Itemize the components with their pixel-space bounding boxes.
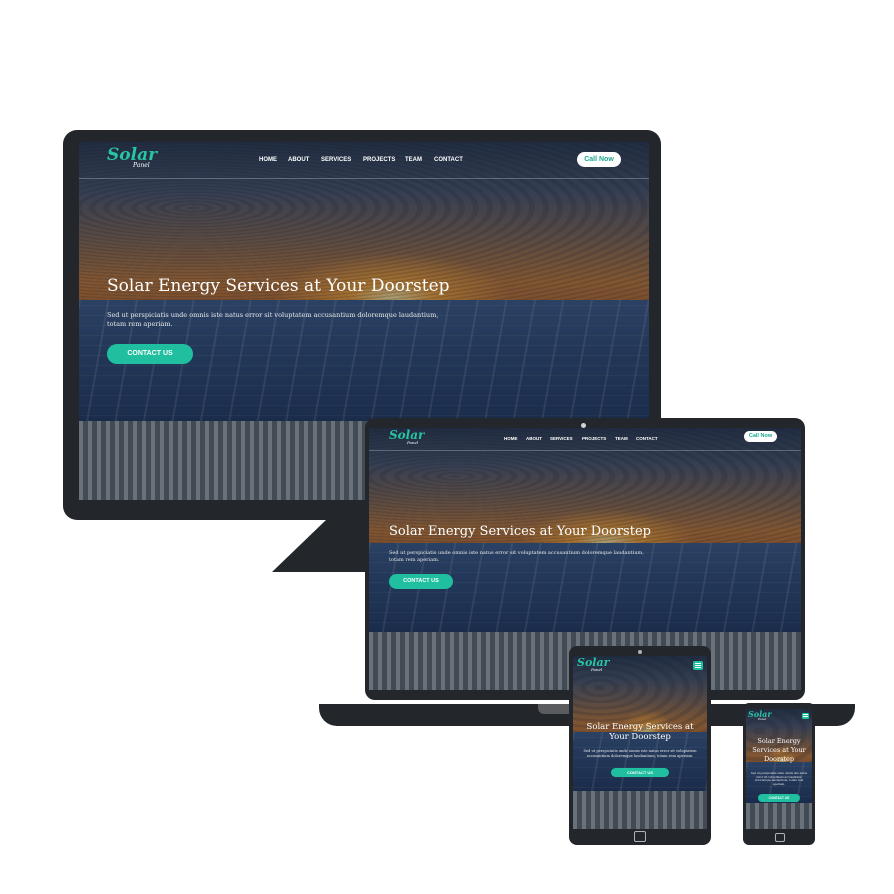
nav-home[interactable]: HOME	[504, 436, 518, 441]
home-button-icon[interactable]	[634, 831, 646, 842]
nav-projects[interactable]: PROJECTS	[582, 436, 606, 441]
logo[interactable]: Solar Panel	[748, 710, 772, 721]
contact-us-button[interactable]: CONTACT US	[758, 794, 800, 802]
menu-icon[interactable]	[802, 713, 809, 719]
home-button-icon[interactable]	[775, 833, 785, 842]
logo[interactable]: Solar Panel	[577, 657, 609, 671]
camera-dot-icon	[638, 650, 642, 654]
phone-screen: Solar Panel Solar Energy Services at You…	[746, 709, 812, 829]
hero-text: Sed ut perspiciatis unde omnis iste natu…	[389, 550, 644, 563]
monitor-navbar: Solar Panel HOME ABOUT SERVICES PROJECTS…	[79, 142, 649, 179]
contact-us-button[interactable]: CONTACT US	[611, 768, 669, 777]
contact-us-button[interactable]: CONTACT US	[107, 344, 193, 364]
call-now-button[interactable]: Call Now	[577, 152, 621, 167]
hero-title: Solar Energy Services at Your Doorstep	[586, 722, 694, 742]
hero-text: Sed ut perspiciatis unde omnis iste natu…	[750, 771, 808, 786]
nav-services[interactable]: SERVICES	[550, 436, 573, 441]
hero-title: Solar Energy Services at Your Doorstep	[107, 276, 450, 296]
nav-projects[interactable]: PROJECTS	[363, 157, 395, 163]
call-now-button[interactable]: Call Now	[744, 431, 777, 442]
hero-title: Solar Energy Services at Your Doorstep	[752, 737, 806, 763]
hero-title: Solar Energy Services at Your Doorstep	[389, 524, 651, 539]
menu-icon[interactable]	[693, 661, 703, 670]
tablet-screen: Solar Panel Solar Energy Services at You…	[573, 656, 707, 829]
nav-about[interactable]: ABOUT	[526, 436, 542, 441]
contact-us-button[interactable]: CONTACT US	[389, 574, 453, 589]
logo[interactable]: Solar Panel	[389, 429, 424, 444]
nav-team[interactable]: TEAM	[615, 436, 628, 441]
nav-contact[interactable]: CONTACT	[636, 436, 658, 441]
hero-text: Sed ut perspiciatis unde omnis iste natu…	[583, 749, 697, 758]
nav-team[interactable]: TEAM	[405, 157, 422, 163]
logo[interactable]: Solar Panel	[107, 147, 157, 170]
nav-about[interactable]: ABOUT	[288, 157, 309, 163]
nav-home[interactable]: HOME	[259, 157, 277, 163]
laptop-navbar: Solar Panel HOME ABOUT SERVICES PROJECTS…	[369, 428, 801, 451]
nav-services[interactable]: SERVICES	[321, 157, 351, 163]
hero-text: Sed ut perspiciatis unde omnis iste natu…	[107, 311, 439, 328]
nav-contact[interactable]: CONTACT	[434, 157, 463, 163]
